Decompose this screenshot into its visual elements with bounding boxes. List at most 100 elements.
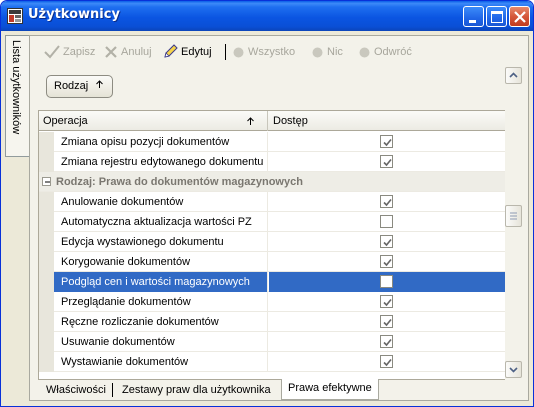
title-bar[interactable]: Użytkownicy xyxy=(1,1,533,31)
access-checkbox[interactable] xyxy=(380,195,393,208)
maximize-icon xyxy=(491,11,503,23)
group-by-kind-chip[interactable]: Rodzaj xyxy=(46,75,113,98)
access-cell xyxy=(269,332,505,352)
checkmark-icon xyxy=(383,318,392,327)
arrow-up-icon xyxy=(509,72,518,78)
access-checkbox[interactable] xyxy=(380,235,393,248)
access-cell xyxy=(269,232,505,252)
minimize-button[interactable] xyxy=(463,6,484,27)
access-cell xyxy=(269,272,505,292)
group-label: Rodzaj: Prawa do dokumentów magazynowych xyxy=(56,176,303,188)
operation-cell: Usuwanie dokumentów xyxy=(54,332,268,352)
table-row[interactable]: Anulowanie dokumentów xyxy=(39,192,505,212)
vertical-scrollbar[interactable] xyxy=(505,67,523,380)
sort-up-icon xyxy=(96,80,104,88)
operation-cell: Wystawianie dokumentów xyxy=(54,352,268,372)
checkmark-icon xyxy=(383,238,392,247)
maximize-button[interactable] xyxy=(486,6,507,27)
table-row[interactable]: Edycja wystawionego dokumentu xyxy=(39,232,505,252)
window-title: Użytkownicy xyxy=(28,7,120,22)
access-cell xyxy=(269,252,505,272)
table-row[interactable]: Ręczne rozliczanie dokumentów xyxy=(39,312,505,332)
table-row[interactable]: Zmiana rejestru edytowanego dokumentu xyxy=(39,152,505,172)
pencil-icon xyxy=(164,44,178,58)
access-checkbox[interactable] xyxy=(380,255,393,268)
access-cell xyxy=(269,132,505,152)
table-row[interactable]: Usuwanie dokumentów xyxy=(39,332,505,352)
tab-properties[interactable]: Właściwości xyxy=(46,381,106,401)
row-indent xyxy=(39,292,54,312)
users-window: Użytkownicy Lista użytkowników Zapisz An… xyxy=(0,0,534,407)
invert-label: Odwróć xyxy=(374,46,412,58)
access-checkbox[interactable] xyxy=(380,295,393,308)
row-indent xyxy=(39,272,54,292)
select-all-button[interactable]: Wszystko xyxy=(232,42,295,62)
group-by-panel: Rodzaj xyxy=(38,67,506,103)
permissions-panel: Zapisz Anuluj Edytuj Wszystko Nic Odwróć… xyxy=(29,35,529,401)
table-row[interactable]: Zmiana opisu pozycji dokumentów xyxy=(39,132,505,152)
access-checkbox[interactable] xyxy=(380,215,393,228)
table-row[interactable]: Automatyczna aktualizacja wartości PZ xyxy=(39,212,505,232)
checkmark-icon xyxy=(383,358,392,367)
access-checkbox[interactable] xyxy=(380,315,393,328)
operation-cell: Automatyczna aktualizacja wartości PZ xyxy=(54,212,268,232)
scroll-down-button[interactable] xyxy=(505,361,522,378)
row-indent xyxy=(39,132,54,152)
checkmark-icon xyxy=(383,198,392,207)
tab-user-list[interactable]: Lista użytkowników xyxy=(5,35,29,157)
edit-button[interactable]: Edytuj xyxy=(162,42,212,62)
app-icon xyxy=(7,8,23,24)
tab-effective-permissions[interactable]: Prawa efektywne xyxy=(281,379,379,400)
access-checkbox[interactable] xyxy=(380,355,393,368)
radio-dot-icon xyxy=(359,47,370,57)
checkmark-icon xyxy=(383,158,392,167)
checkmark-icon xyxy=(383,258,392,267)
access-checkbox[interactable] xyxy=(380,335,393,348)
access-checkbox[interactable] xyxy=(380,275,393,288)
access-cell xyxy=(269,292,505,312)
select-none-label: Nic xyxy=(327,46,343,58)
group-row[interactable]: Rodzaj: Prawa do dokumentów magazynowych xyxy=(39,172,505,192)
table-row[interactable]: Wystawianie dokumentów xyxy=(39,352,505,372)
table-row-selected[interactable]: Podgląd cen i wartości magazynowych xyxy=(39,272,505,292)
table-row[interactable]: Przeglądanie dokumentów xyxy=(39,292,505,312)
cancel-label: Anuluj xyxy=(121,46,152,58)
select-all-label: Wszystko xyxy=(248,46,296,58)
minimize-icon xyxy=(469,20,476,23)
save-button[interactable]: Zapisz xyxy=(44,42,95,62)
operation-cell: Anulowanie dokumentów xyxy=(54,192,268,212)
access-cell xyxy=(269,192,505,212)
operation-cell: Ręczne rozliczanie dokumentów xyxy=(54,312,268,332)
access-cell xyxy=(269,152,505,172)
save-label: Zapisz xyxy=(63,46,96,58)
tab-user-list-label: Lista użytkowników xyxy=(10,40,22,135)
scroll-thumb[interactable] xyxy=(505,205,522,227)
tab-user-permission-sets-label: Zestawy praw dla użytkownika xyxy=(122,384,271,396)
column-operation-header[interactable]: Operacja xyxy=(39,111,268,131)
scroll-up-button[interactable] xyxy=(505,67,522,84)
arrow-down-icon xyxy=(509,367,518,373)
invert-button[interactable]: Odwróć xyxy=(358,42,412,62)
tab-user-permission-sets[interactable]: Zestawy praw dla użytkownika xyxy=(122,381,271,401)
access-cell xyxy=(269,312,505,332)
checkmark-icon xyxy=(44,45,60,59)
collapse-toggle[interactable] xyxy=(42,177,51,186)
row-indent xyxy=(39,352,54,372)
radio-dot-icon xyxy=(312,47,323,57)
operation-cell: Przeglądanie dokumentów xyxy=(54,292,268,312)
minus-icon xyxy=(45,181,50,183)
cancel-button[interactable]: Anuluj xyxy=(104,42,152,62)
grip-icon xyxy=(510,212,517,220)
table-row[interactable]: Korygowanie dokumentów xyxy=(39,252,505,272)
grid-header: Operacja Dostęp xyxy=(39,111,505,131)
access-checkbox[interactable] xyxy=(380,135,393,148)
operation-cell: Zmiana rejestru edytowanego dokumentu xyxy=(54,152,268,172)
close-button[interactable] xyxy=(509,6,530,27)
edit-label: Edytuj xyxy=(181,46,212,58)
column-access-header[interactable]: Dostęp xyxy=(269,111,505,131)
tab-separator xyxy=(112,383,113,397)
select-none-button[interactable]: Nic xyxy=(311,42,343,62)
tab-effective-permissions-label: Prawa efektywne xyxy=(288,382,372,394)
access-checkbox[interactable] xyxy=(380,155,393,168)
permissions-grid: Operacja Dostęp Zmiana opisu pozycji dok… xyxy=(38,110,506,380)
